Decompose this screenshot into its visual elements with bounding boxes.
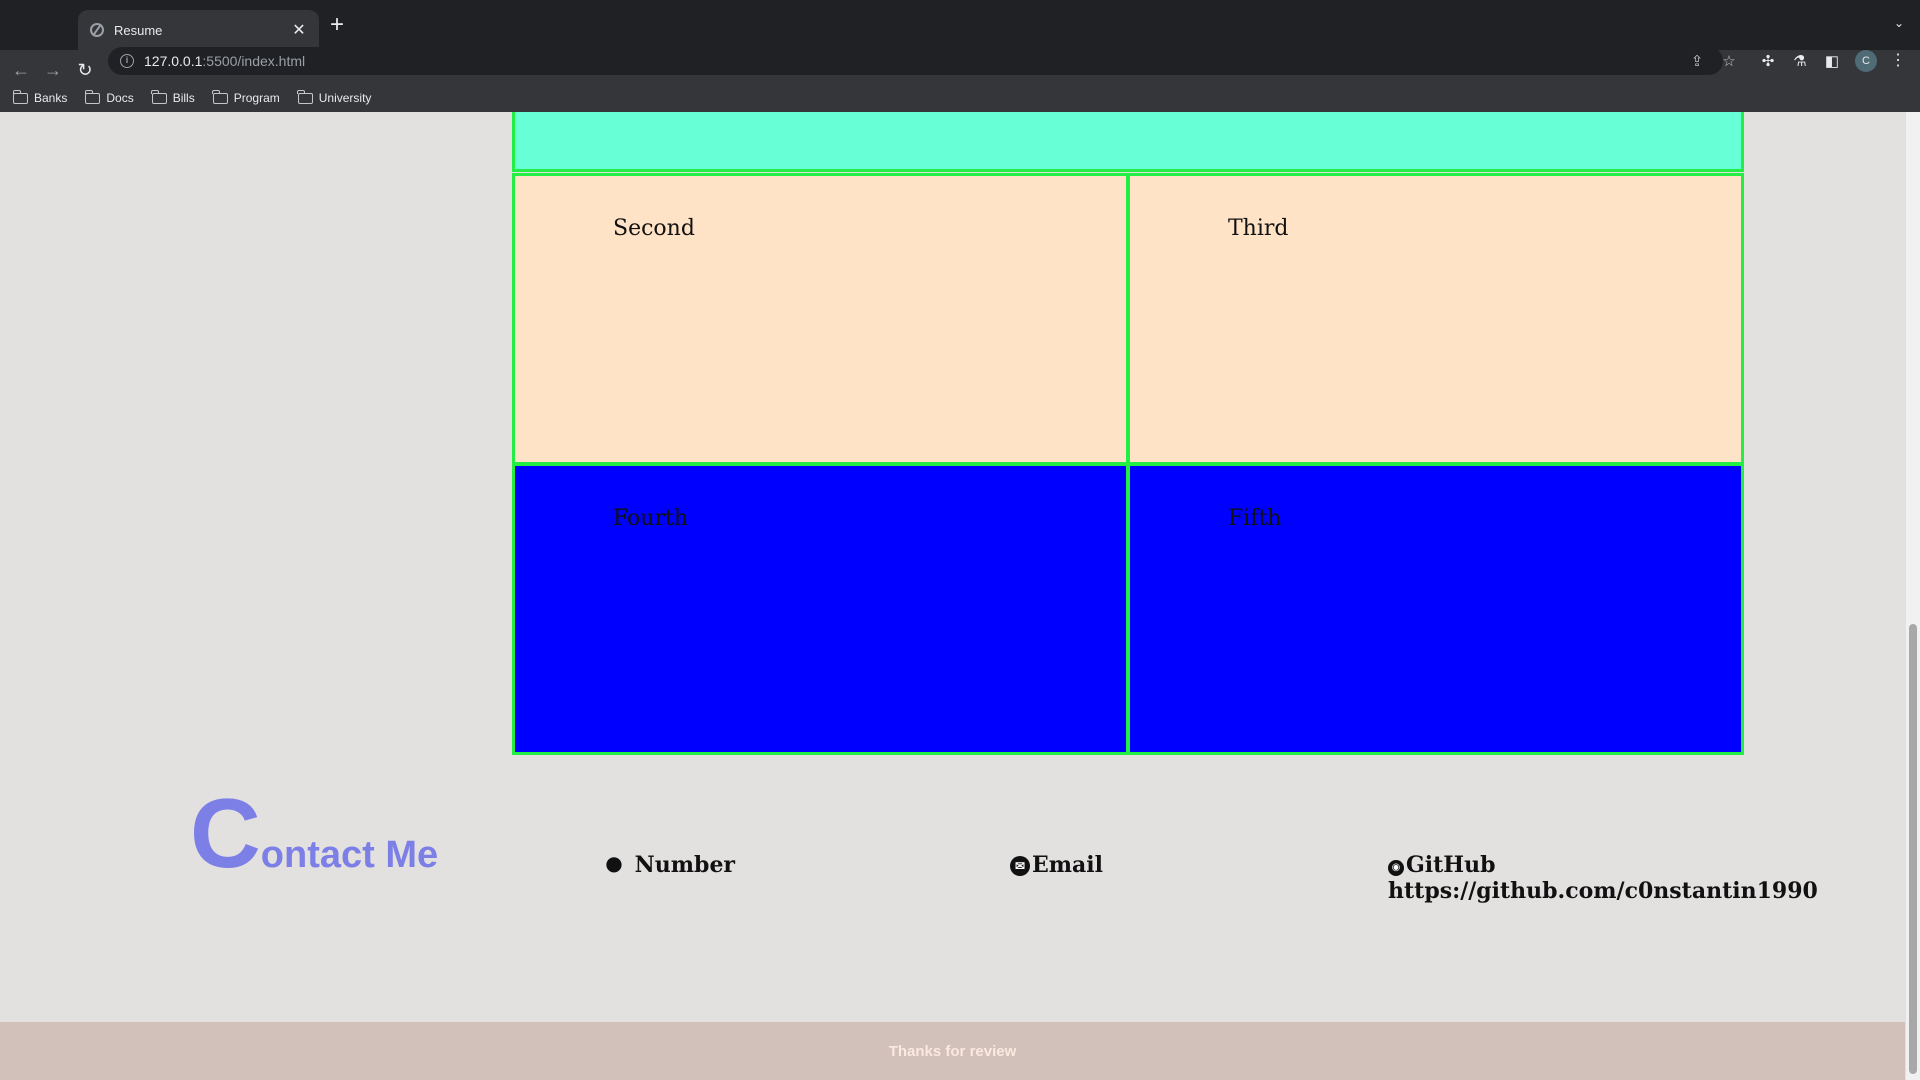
folder-icon <box>151 89 167 104</box>
bookmark-label: Docs <box>106 91 134 105</box>
bookmark-label: Banks <box>34 91 68 105</box>
footer-text: Thanks for review <box>888 1042 1017 1060</box>
bookmark-university[interactable]: University <box>297 89 372 105</box>
side-panel-icon[interactable]: ◧ <box>1822 52 1842 70</box>
grid-cell-third: Third <box>1127 173 1744 465</box>
cell-label-third: Third <box>1228 216 1289 241</box>
grid-cell-second: Second <box>512 173 1129 465</box>
tab-resume[interactable]: Resume ✕ <box>78 10 319 50</box>
page-viewport: Second Third Fourth Fifth Contact Me ● N… <box>0 112 1920 1080</box>
contact-number-label: Number <box>634 852 736 878</box>
new-tab-button[interactable]: + <box>330 13 344 37</box>
contact-number[interactable]: ● Number <box>603 852 735 878</box>
tab-strip: Resume ✕ + ⌄ <box>0 0 1920 50</box>
contact-email-label: Email <box>1032 852 1104 878</box>
bookmark-program[interactable]: Program <box>212 89 280 105</box>
bookmark-banks[interactable]: Banks <box>12 89 68 105</box>
back-icon[interactable]: ← <box>9 58 33 82</box>
folder-icon <box>297 89 313 104</box>
contact-heading: Contact Me <box>190 784 438 882</box>
star-icon[interactable]: ☆ <box>1720 52 1738 70</box>
profile-avatar[interactable]: C <box>1855 50 1877 72</box>
extensions-icon[interactable]: ✣ <box>1758 52 1778 70</box>
tab-title: Resume <box>114 22 163 38</box>
cell-label-fourth: Fourth <box>613 506 689 531</box>
url-host: 127.0.0.1 <box>144 53 203 69</box>
grid-cell-first <box>512 112 1744 172</box>
email-icon: ✉ <box>1010 856 1030 876</box>
close-tab-icon[interactable]: ✕ <box>291 20 307 40</box>
grid-cell-fourth: Fourth <box>512 463 1129 755</box>
bookmark-label: Bills <box>172 91 195 105</box>
github-icon: ◉ <box>1388 860 1404 876</box>
bookmark-bills[interactable]: Bills <box>151 89 195 105</box>
bookmark-label: Program <box>233 91 280 105</box>
contact-email[interactable]: ✉ Email <box>1010 852 1103 878</box>
github-url-link[interactable]: https://github.com/c0nstantin1990 <box>1388 878 1818 904</box>
reload-icon[interactable]: ↻ <box>73 58 97 82</box>
url-path: :5500/index.html <box>202 53 306 69</box>
contact-github-label: GitHub <box>1406 852 1496 878</box>
footer: Thanks for review <box>0 1022 1905 1080</box>
grid-cell-fifth: Fifth <box>1127 463 1744 755</box>
bookmarks-bar: Banks Docs Bills Program University <box>0 84 1920 112</box>
scrollbar-thumb[interactable] <box>1909 624 1917 1074</box>
folder-icon <box>12 89 28 104</box>
contact-github[interactable]: ◉ GitHub https://github.com/c0nstantin199… <box>1388 852 1818 904</box>
contact-heading-initial: C <box>190 778 261 888</box>
menu-icon[interactable]: ⋮ <box>1890 50 1906 70</box>
contact-heading-rest: ontact Me <box>260 834 439 876</box>
folder-icon <box>84 89 101 104</box>
apple-icon: ● <box>605 851 623 875</box>
bookmark-label: University <box>318 91 372 105</box>
globe-icon <box>90 23 104 37</box>
cell-label-second: Second <box>613 216 695 241</box>
share-icon[interactable]: ⇪ <box>1688 52 1706 70</box>
chevron-down-icon[interactable]: ⌄ <box>1894 16 1904 30</box>
labs-icon[interactable]: ⚗ <box>1790 52 1810 70</box>
folder-icon <box>212 89 228 104</box>
page-scrollbar[interactable] <box>1905 112 1920 1080</box>
info-icon[interactable]: i <box>120 54 134 68</box>
cell-label-fifth: Fifth <box>1228 506 1282 531</box>
forward-icon[interactable]: → <box>41 58 65 82</box>
address-bar[interactable]: i 127.0.0.1:5500/index.html <box>108 47 1723 75</box>
bookmark-docs[interactable]: Docs <box>84 89 134 105</box>
